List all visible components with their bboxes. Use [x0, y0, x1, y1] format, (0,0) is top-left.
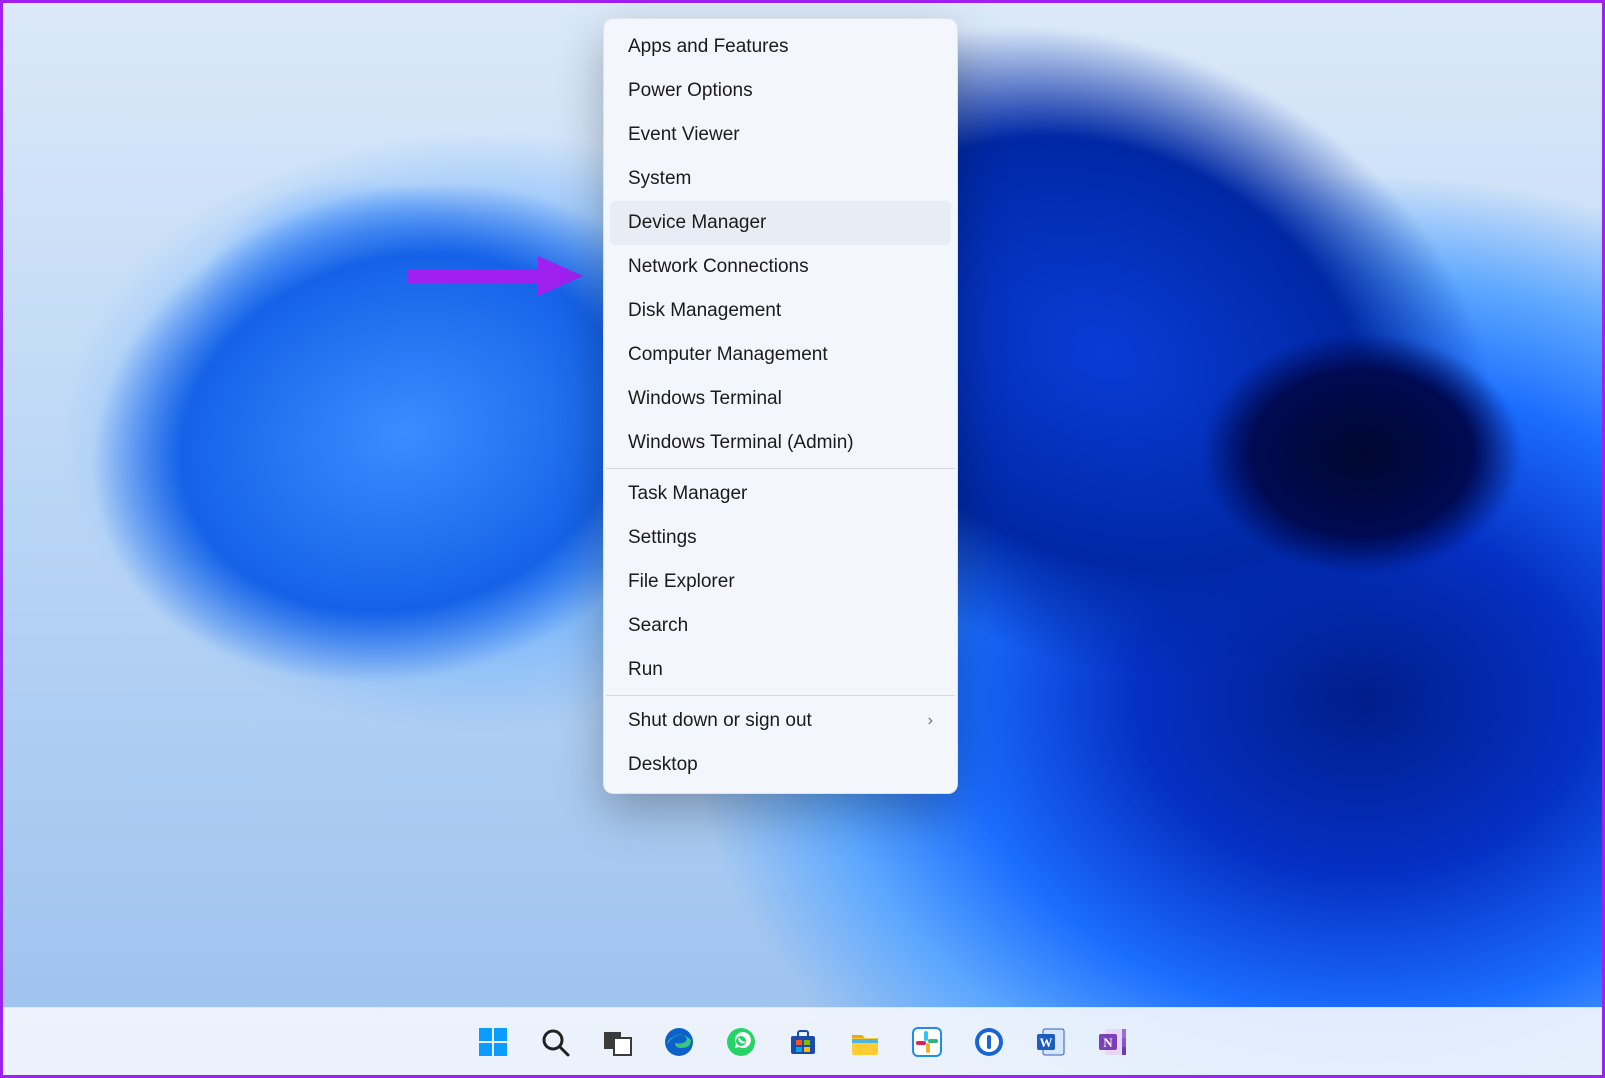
- taskbar: WN: [3, 1007, 1602, 1075]
- menu-item-label: Computer Management: [628, 344, 828, 366]
- search-icon[interactable]: [532, 1019, 578, 1065]
- menu-item-computer-management[interactable]: Computer Management: [604, 333, 957, 377]
- task-view-icon[interactable]: [594, 1019, 640, 1065]
- menu-item-label: File Explorer: [628, 571, 735, 593]
- annotation-arrow: [403, 251, 583, 301]
- menu-item-label: Apps and Features: [628, 36, 789, 58]
- start-icon[interactable]: [470, 1019, 516, 1065]
- file-explorer-icon[interactable]: [842, 1019, 888, 1065]
- menu-item-run[interactable]: Run: [604, 648, 957, 692]
- edge-browser-icon[interactable]: [656, 1019, 702, 1065]
- menu-separator: [606, 468, 955, 469]
- menu-item-disk-management[interactable]: Disk Management: [604, 289, 957, 333]
- menu-item-label: Run: [628, 659, 663, 681]
- menu-item-label: Settings: [628, 527, 697, 549]
- menu-item-search[interactable]: Search: [604, 604, 957, 648]
- menu-item-shut-down-or-sign-out[interactable]: Shut down or sign out ›: [604, 699, 957, 743]
- slack-icon[interactable]: [904, 1019, 950, 1065]
- menu-separator: [606, 695, 955, 696]
- menu-item-device-manager[interactable]: Device Manager: [610, 201, 951, 245]
- menu-item-label: Event Viewer: [628, 124, 740, 146]
- onepassword-icon[interactable]: [966, 1019, 1012, 1065]
- menu-item-label: Network Connections: [628, 256, 809, 278]
- microsoft-store-icon[interactable]: [780, 1019, 826, 1065]
- menu-item-label: Device Manager: [628, 212, 766, 234]
- menu-item-label: Power Options: [628, 80, 753, 102]
- menu-item-settings[interactable]: Settings: [604, 516, 957, 560]
- menu-item-label: Windows Terminal (Admin): [628, 432, 854, 454]
- menu-item-file-explorer[interactable]: File Explorer: [604, 560, 957, 604]
- menu-item-label: Disk Management: [628, 300, 781, 322]
- menu-item-label: System: [628, 168, 691, 190]
- menu-item-label: Desktop: [628, 754, 698, 776]
- menu-item-desktop[interactable]: Desktop: [604, 743, 957, 787]
- menu-item-power-options[interactable]: Power Options: [604, 69, 957, 113]
- menu-item-label: Windows Terminal: [628, 388, 782, 410]
- menu-item-windows-terminal-admin[interactable]: Windows Terminal (Admin): [604, 421, 957, 465]
- winx-context-menu: Apps and Features Power Options Event View…: [603, 18, 958, 794]
- menu-item-apps-and-features[interactable]: Apps and Features: [604, 25, 957, 69]
- menu-item-label: Task Manager: [628, 483, 747, 505]
- menu-item-network-connections[interactable]: Network Connections: [604, 245, 957, 289]
- svg-text:N: N: [1103, 1035, 1113, 1050]
- whatsapp-icon[interactable]: [718, 1019, 764, 1065]
- onenote-icon[interactable]: N: [1090, 1019, 1136, 1065]
- menu-item-label: Shut down or sign out: [628, 710, 812, 732]
- menu-item-label: Search: [628, 615, 688, 637]
- word-icon[interactable]: W: [1028, 1019, 1074, 1065]
- menu-item-windows-terminal[interactable]: Windows Terminal: [604, 377, 957, 421]
- menu-item-task-manager[interactable]: Task Manager: [604, 472, 957, 516]
- menu-item-system[interactable]: System: [604, 157, 957, 201]
- menu-item-event-viewer[interactable]: Event Viewer: [604, 113, 957, 157]
- chevron-right-icon: ›: [928, 712, 933, 730]
- svg-text:W: W: [1039, 1035, 1052, 1050]
